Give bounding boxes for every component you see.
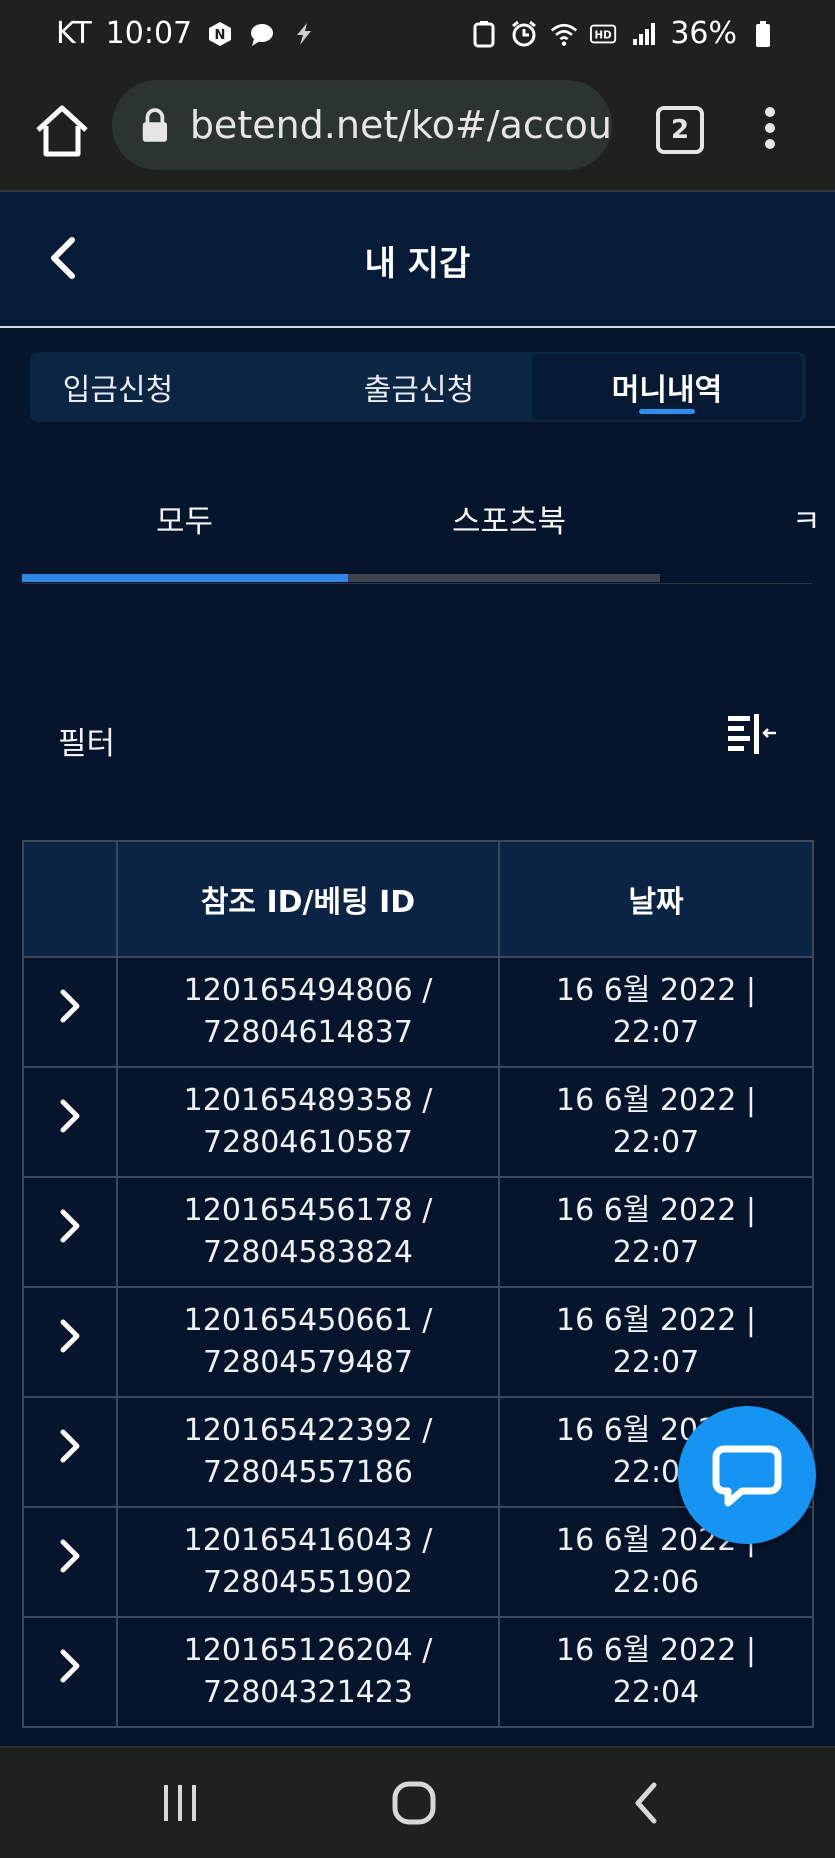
date-cell: 16 6월 2022 | 22:04 xyxy=(498,1616,814,1728)
battery-icon xyxy=(749,20,777,48)
reference-cell: 120165416043 /72804551902 xyxy=(116,1506,500,1618)
chevron-right-icon[interactable] xyxy=(58,1207,82,1245)
chevron-right-icon[interactable] xyxy=(58,1537,82,1575)
expand-row-cell[interactable] xyxy=(22,1066,118,1178)
signal-icon xyxy=(630,20,658,48)
svg-text:HD: HD xyxy=(595,29,612,41)
expand-row-cell[interactable] xyxy=(22,956,118,1068)
clock: 10:07 xyxy=(105,16,193,51)
filter-toggle-icon[interactable] xyxy=(726,712,778,756)
address-bar[interactable]: betend.net/ko#/accou xyxy=(112,80,612,170)
battery-percent: 36% xyxy=(670,16,737,51)
subtab-active-indicator xyxy=(22,574,348,582)
segment-withdraw[interactable]: 출금신청 xyxy=(266,352,572,422)
reference-cell: 120165126204 /72804321423 xyxy=(116,1616,500,1728)
subtab-all[interactable]: 모두 xyxy=(156,496,213,541)
table-row[interactable]: 120165456178 /72804583824 16 6월 2022 | 22… xyxy=(22,1176,814,1288)
home-icon[interactable] xyxy=(30,100,94,164)
reference-cell: 120165422392 /72804557186 xyxy=(116,1396,500,1508)
date-cell: 16 6월 2022 | 22:07 xyxy=(498,1176,814,1288)
page-title: 내 지갑 xyxy=(364,244,471,284)
back-nav-icon[interactable] xyxy=(616,1778,676,1828)
hd-voice-icon: HD xyxy=(590,20,618,48)
expand-row-cell[interactable] xyxy=(22,1506,118,1618)
filter-label: 필터 xyxy=(58,726,116,762)
lock-icon xyxy=(142,108,168,142)
reference-cell: 120165494806 /72804614837 xyxy=(116,956,500,1068)
table-row[interactable]: 120165416043 /72804551902 16 6월 2022 | 22… xyxy=(22,1506,814,1618)
chevron-right-icon[interactable] xyxy=(58,1097,82,1135)
chat-bubble-icon xyxy=(712,1445,782,1507)
table-row[interactable]: 120165489358 /72804610587 16 6월 2022 | 22… xyxy=(22,1066,814,1178)
system-navigation-bar xyxy=(0,1746,835,1858)
alarm-icon xyxy=(510,20,538,48)
expand-row-cell[interactable] xyxy=(22,1616,118,1728)
naver-notification-icon: N xyxy=(206,20,234,48)
expand-row-cell[interactable] xyxy=(22,1396,118,1508)
subtab-casino[interactable]: ㅋ xyxy=(792,496,821,541)
url-text: betend.net/ko#/accou xyxy=(189,103,612,147)
reference-cell: 120165456178 /72804583824 xyxy=(116,1176,500,1288)
date-column-header: 날짜 xyxy=(498,840,814,958)
date-cell: 16 6월 2022 | 22:07 xyxy=(498,1286,814,1398)
chevron-right-icon[interactable] xyxy=(58,1647,82,1685)
segment-money-history[interactable]: 머니내역 xyxy=(532,354,802,420)
chevron-right-icon[interactable] xyxy=(58,1317,82,1355)
expand-row-cell[interactable] xyxy=(22,1286,118,1398)
expand-column-header xyxy=(22,840,118,958)
reference-cell: 120165489358 /72804610587 xyxy=(116,1066,500,1178)
page-header: 내 지갑 xyxy=(0,192,835,328)
tab-switcher-button[interactable]: 2 xyxy=(656,106,704,154)
more-options-icon[interactable] xyxy=(756,104,784,152)
message-notification-icon xyxy=(248,20,276,48)
chevron-right-icon[interactable] xyxy=(58,987,82,1025)
svg-text:N: N xyxy=(215,28,226,43)
wifi-icon xyxy=(550,20,578,48)
browser-toolbar: betend.net/ko#/accou 2 xyxy=(0,76,835,192)
status-bar: KT 10:07 N HD 36% xyxy=(0,0,835,76)
subtab-divider xyxy=(22,583,812,584)
chevron-right-icon[interactable] xyxy=(58,1427,82,1465)
reference-id-column-header: 참조 ID/베팅 ID xyxy=(116,840,500,958)
segment-deposit[interactable]: 입금신청 xyxy=(30,352,206,422)
active-segment-indicator xyxy=(639,409,695,414)
carrier-label: KT xyxy=(56,16,92,51)
table-row[interactable]: 120165494806 /72804614837 16 6월 2022 | 22… xyxy=(22,956,814,1068)
table-row[interactable]: 120165450661 /72804579487 16 6월 2022 | 22… xyxy=(22,1286,814,1398)
date-cell: 16 6월 2022 | 22:07 xyxy=(498,1066,814,1178)
recent-apps-icon[interactable] xyxy=(150,1778,210,1828)
home-nav-icon[interactable] xyxy=(384,1778,444,1828)
expand-row-cell[interactable] xyxy=(22,1176,118,1288)
reference-cell: 120165450661 /72804579487 xyxy=(116,1286,500,1398)
wallet-segmented-control: 입금신청 출금신청 머니내역 xyxy=(30,352,806,422)
app-notification-icon xyxy=(290,20,318,48)
live-chat-button[interactable] xyxy=(678,1406,816,1544)
subtab-sportsbook[interactable]: 스포츠북 xyxy=(452,496,566,541)
table-row[interactable]: 120165126204 /72804321423 16 6월 2022 | 22… xyxy=(22,1616,814,1728)
table-header-row: 참조 ID/베팅 ID 날짜 xyxy=(22,840,814,958)
date-cell: 16 6월 2022 | 22:07 xyxy=(498,956,814,1068)
recycle-icon xyxy=(470,20,498,48)
money-history-table: 참조 ID/베팅 ID 날짜 120165494806 /72804614837… xyxy=(22,840,814,1728)
